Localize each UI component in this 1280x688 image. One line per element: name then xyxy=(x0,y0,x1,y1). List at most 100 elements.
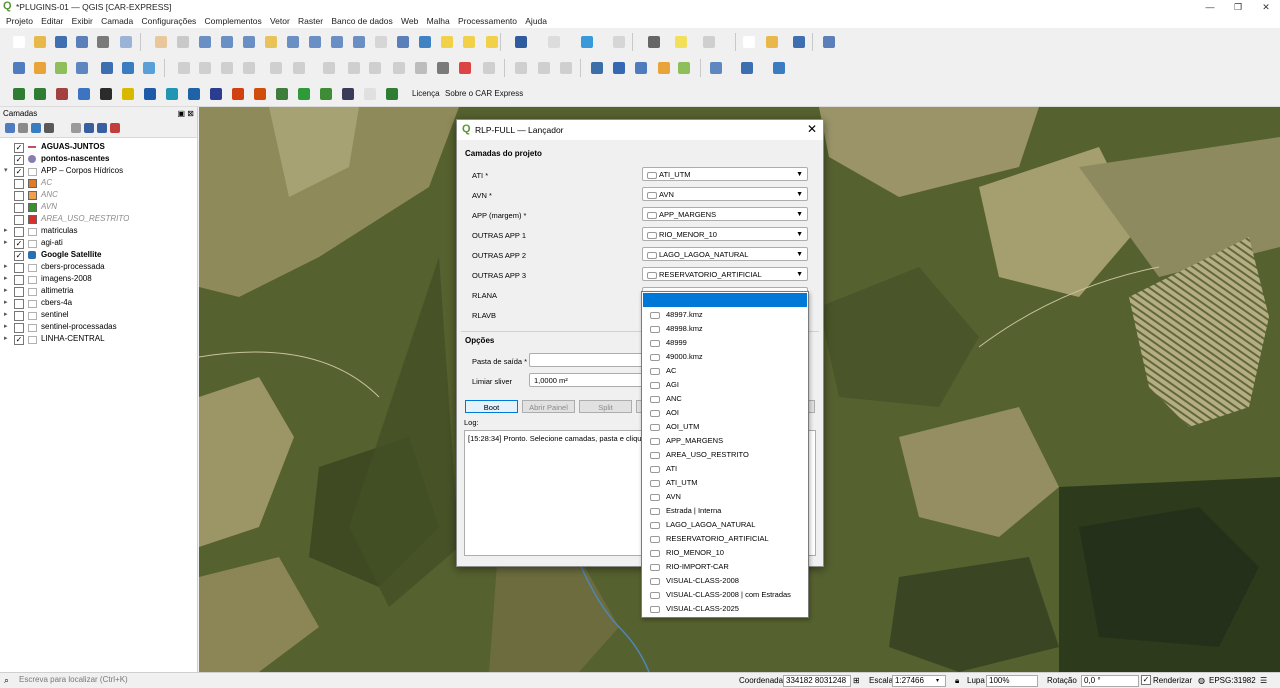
layer-item[interactable]: ▸ ✓ agi-ati xyxy=(0,237,197,249)
layer-item[interactable]: AC xyxy=(0,177,197,189)
label-change-icon[interactable] xyxy=(535,59,553,77)
new-project-icon[interactable] xyxy=(740,33,758,51)
license-link[interactable]: Licença xyxy=(412,89,440,98)
expander-icon[interactable]: ▸ xyxy=(4,333,8,345)
layer-combo-5[interactable]: LAGO_LAGOA_NATURAL ▼ xyxy=(642,247,808,261)
add-wfs-icon[interactable] xyxy=(770,59,788,77)
layer-item[interactable]: ▸ sentinel-processadas xyxy=(0,321,197,333)
digitize-icon[interactable] xyxy=(218,59,236,77)
close-window-button[interactable]: ✕ xyxy=(1252,0,1280,14)
dropdown-item[interactable]: LAGO_LAGOA_NATURAL xyxy=(642,518,808,532)
identify-icon[interactable] xyxy=(512,33,530,51)
expander-icon[interactable]: ▸ xyxy=(4,309,8,321)
expander-icon[interactable]: ▸ xyxy=(4,285,8,297)
layer-visibility-checkbox[interactable] xyxy=(14,179,24,189)
minimize-button[interactable]: — xyxy=(1196,0,1224,14)
close-panel-icon[interactable]: ⊠ xyxy=(187,107,194,120)
layer-item[interactable]: ANC xyxy=(0,189,197,201)
add-delimited-icon[interactable] xyxy=(675,59,693,77)
python-icon[interactable] xyxy=(588,59,606,77)
crs-button[interactable]: EPSG:31982 xyxy=(1209,676,1256,685)
layer-combo-2[interactable]: AVN ▼ xyxy=(642,187,808,201)
layer-item[interactable]: AREA_USO_RESTRITO xyxy=(0,213,197,225)
expander-icon[interactable]: ▾ xyxy=(4,165,8,177)
cut-icon[interactable] xyxy=(290,59,308,77)
print-layout-icon[interactable] xyxy=(94,33,112,51)
map-tips-icon[interactable] xyxy=(700,33,718,51)
remove-layer-icon[interactable] xyxy=(110,123,120,133)
layer-visibility-checkbox[interactable]: ✓ xyxy=(14,143,24,153)
expander-icon[interactable]: ▸ xyxy=(4,261,8,273)
add-wms-icon[interactable] xyxy=(98,59,116,77)
layer-visibility-checkbox[interactable] xyxy=(14,263,24,273)
toggle-extents-icon[interactable]: ⊞ xyxy=(853,676,860,685)
dropdown-item[interactable]: RESERVATORIO_ARTIFICIAL xyxy=(642,532,808,546)
zoom-layer-icon[interactable] xyxy=(284,33,302,51)
undo-icon[interactable] xyxy=(366,59,384,77)
zoom-full-icon[interactable] xyxy=(240,33,258,51)
car-express-icon[interactable] xyxy=(383,85,401,103)
expand-all-icon[interactable] xyxy=(84,123,94,133)
circle-icon[interactable] xyxy=(361,85,379,103)
measure-icon[interactable] xyxy=(645,33,663,51)
layer-visibility-checkbox[interactable] xyxy=(14,215,24,225)
select-by-expression-icon[interactable] xyxy=(483,33,501,51)
layer-item[interactable]: AVN xyxy=(0,201,197,213)
layer-combo-6[interactable]: RESERVATORIO_ARTIFICIAL ▼ xyxy=(642,267,808,281)
attribute-table-icon[interactable] xyxy=(545,33,563,51)
layer-item[interactable]: ✓ Google Satellite xyxy=(0,249,197,261)
menu-complementos[interactable]: Complementos xyxy=(205,14,262,28)
new-map-view-icon[interactable] xyxy=(372,33,390,51)
diagram-icon[interactable] xyxy=(339,85,357,103)
filter-icon[interactable] xyxy=(44,123,54,133)
dialog-close-button[interactable]: ✕ xyxy=(805,122,819,136)
dropdown-item[interactable]: ATI_UTM xyxy=(642,476,808,490)
field-calculator-icon[interactable] xyxy=(578,33,596,51)
messages-icon[interactable]: ☰ xyxy=(1260,676,1267,685)
dropdown-item[interactable]: AOI xyxy=(642,406,808,420)
deselect-icon[interactable] xyxy=(460,33,478,51)
dropdown-item[interactable]: ATI xyxy=(642,462,808,476)
label-show-icon[interactable] xyxy=(512,59,530,77)
menu-web[interactable]: Web xyxy=(401,14,418,28)
layer-visibility-checkbox[interactable] xyxy=(14,191,24,201)
pan-icon[interactable] xyxy=(152,33,170,51)
annotation-icon[interactable] xyxy=(672,33,690,51)
layer-item[interactable]: ▸ sentinel xyxy=(0,309,197,321)
add-spatialite-icon[interactable] xyxy=(140,59,158,77)
add-group-icon[interactable] xyxy=(5,123,15,133)
layer-item[interactable]: ▸ matriculas xyxy=(0,225,197,237)
crs-globe-icon[interactable]: ◍ xyxy=(1198,676,1205,685)
menu-camada[interactable]: Camada xyxy=(101,14,133,28)
zoom-selection-icon[interactable] xyxy=(262,33,280,51)
open-project-icon[interactable] xyxy=(763,33,781,51)
dropdown-item[interactable]: ANC xyxy=(642,392,808,406)
style-manager-icon[interactable] xyxy=(117,33,135,51)
layer-visibility-checkbox[interactable] xyxy=(14,311,24,321)
dropdown-item[interactable]: VISUAL-CLASS-2025 xyxy=(642,602,808,616)
layer-visibility-checkbox[interactable]: ✓ xyxy=(14,167,24,177)
expression-filter-icon[interactable] xyxy=(71,123,81,133)
sigef-icon[interactable] xyxy=(141,85,159,103)
help-icon[interactable] xyxy=(610,59,628,77)
layer-item[interactable]: ▸ imagens-2008 xyxy=(0,273,197,285)
add-virtual-icon[interactable] xyxy=(73,59,91,77)
dropdown-item[interactable]: RIO-IMPORT-CAR xyxy=(642,560,808,574)
zoom-in-icon[interactable] xyxy=(196,33,214,51)
save-as-icon[interactable] xyxy=(73,33,91,51)
add-raster-icon[interactable] xyxy=(31,59,49,77)
sun-icon[interactable] xyxy=(119,85,137,103)
save-project-icon[interactable] xyxy=(790,33,808,51)
shell-icon[interactable] xyxy=(251,85,269,103)
layer-visibility-checkbox[interactable] xyxy=(14,287,24,297)
layer-item[interactable]: ▸ cbers-4a xyxy=(0,297,197,309)
save-project-icon[interactable] xyxy=(52,33,70,51)
layer-visibility-checkbox[interactable] xyxy=(14,203,24,213)
dropdown-item[interactable]: 48997.kmz xyxy=(642,308,808,322)
layer-visibility-checkbox[interactable] xyxy=(14,275,24,285)
expander-icon[interactable]: ▸ xyxy=(4,237,8,249)
menu-vetor[interactable]: Vetor xyxy=(270,14,290,28)
label-unpin-icon[interactable] xyxy=(557,59,575,77)
car-express-icon[interactable] xyxy=(10,85,28,103)
add-wms-icon[interactable] xyxy=(738,59,756,77)
